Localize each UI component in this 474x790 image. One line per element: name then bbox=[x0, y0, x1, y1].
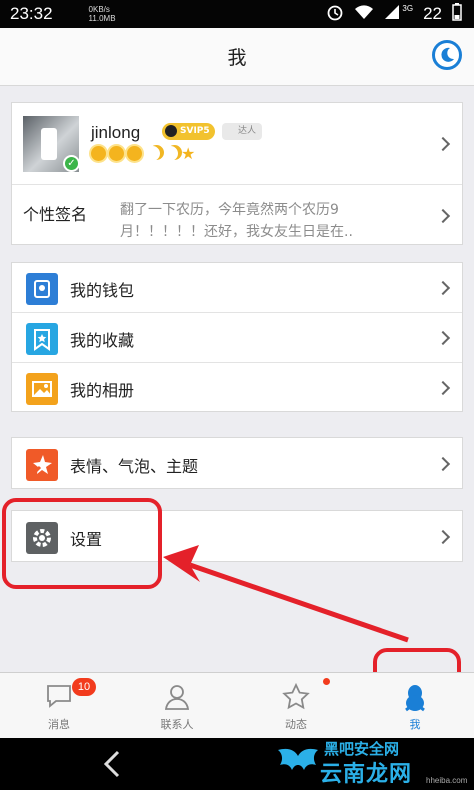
tab-messages[interactable]: 10 消息 bbox=[0, 673, 118, 739]
unread-badge: 10 bbox=[72, 678, 96, 696]
new-dot bbox=[323, 678, 330, 685]
system-nav-bar: 黑吧安全网 云南龙网 hheiba.com bbox=[0, 738, 474, 790]
star-icon bbox=[282, 682, 310, 715]
back-arrow-icon bbox=[103, 750, 120, 778]
tab-label: 我 bbox=[409, 718, 421, 731]
bat-logo-icon bbox=[278, 748, 318, 770]
watermark-main-text: 云南龙网 bbox=[320, 762, 413, 787]
back-button[interactable] bbox=[100, 750, 126, 778]
bottom-tab-bar: 10 消息 联系人 动态 我 bbox=[0, 672, 474, 738]
contacts-icon bbox=[164, 683, 190, 715]
tab-label: 动态 bbox=[285, 718, 307, 731]
message-icon bbox=[45, 683, 73, 713]
watermark-sub-text: hheiba.com bbox=[426, 776, 468, 785]
tab-moments[interactable]: 动态 bbox=[237, 673, 355, 739]
penguin-icon bbox=[403, 683, 427, 717]
tab-label: 消息 bbox=[48, 718, 70, 731]
tab-label: 联系人 bbox=[160, 718, 194, 731]
tab-me[interactable]: 我 bbox=[356, 673, 474, 739]
watermark: 黑吧安全网 云南龙网 hheiba.com bbox=[276, 740, 468, 788]
tab-contacts[interactable]: 联系人 bbox=[118, 673, 236, 739]
